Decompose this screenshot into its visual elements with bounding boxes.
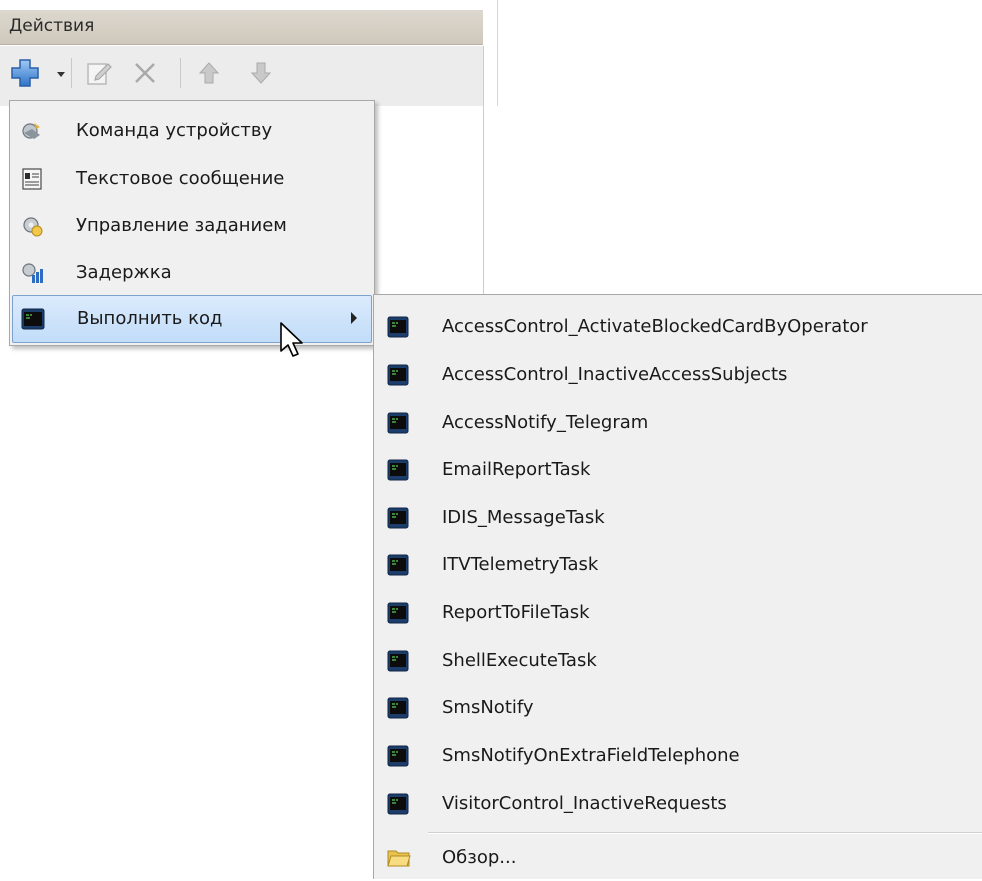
- submenu-item[interactable]: EmailReportTask: [376, 447, 981, 493]
- submenu-item-label: ReportToFileTask: [442, 602, 590, 623]
- menu-item-text-message[interactable]: Текстовое сообщение: [12, 156, 372, 202]
- panel-title: Действия: [9, 16, 95, 36]
- submenu-item-label: AccessControl_ActivateBlockedCardByOpera…: [442, 316, 868, 337]
- dropdown-arrow-icon[interactable]: [52, 56, 70, 90]
- submenu-item[interactable]: ReportToFileTask: [376, 590, 981, 636]
- submenu-item-label: Обзор...: [442, 847, 517, 868]
- text-message-icon: [20, 167, 44, 191]
- edit-icon[interactable]: [82, 56, 116, 90]
- menu-item-label: Управление заданием: [76, 215, 287, 236]
- menu-item-task-control[interactable]: Управление заданием: [12, 203, 372, 249]
- submenu-item[interactable]: AccessNotify_Telegram: [376, 400, 981, 446]
- menu-item-execute-code[interactable]: Выполнить код: [12, 295, 372, 343]
- menu-separator: [428, 832, 982, 834]
- menu-item-label: Команда устройству: [76, 120, 273, 141]
- submenu-item-label: AccessControl_InactiveAccessSubjects: [442, 364, 788, 385]
- add-action-menu: Команда устройству Текстовое сообщение У…: [9, 100, 375, 346]
- menu-item-label: Задержка: [76, 262, 172, 283]
- submenu-item[interactable]: AccessControl_InactiveAccessSubjects: [376, 352, 981, 398]
- move-up-icon[interactable]: [192, 56, 226, 90]
- move-down-icon[interactable]: [244, 56, 278, 90]
- submenu-item[interactable]: IDIS_MessageTask: [376, 495, 981, 541]
- submenu-item[interactable]: VisitorControl_InactiveRequests: [376, 781, 981, 827]
- menu-item-delay[interactable]: Задержка: [12, 250, 372, 296]
- submenu-item-label: SmsNotifyOnExtraFieldTelephone: [442, 745, 740, 766]
- device-command-icon: [20, 119, 44, 143]
- delay-icon: [20, 261, 44, 285]
- actions-toolbar: [0, 46, 484, 106]
- console-icon: [387, 412, 409, 434]
- submenu-item[interactable]: SmsNotifyOnExtraFieldTelephone: [376, 733, 981, 779]
- submenu-item-label: VisitorControl_InactiveRequests: [442, 793, 727, 814]
- submenu-item-label: EmailReportTask: [442, 459, 591, 480]
- task-control-icon: [20, 214, 44, 238]
- actions-panel: Действия: [0, 0, 498, 344]
- submenu-item-label: ITVTelemetryTask: [442, 554, 599, 575]
- delete-icon[interactable]: [128, 56, 162, 90]
- menu-item-label: Выполнить код: [77, 308, 223, 329]
- submenu-item-label: AccessNotify_Telegram: [442, 412, 649, 433]
- submenu-item-label: ShellExecuteTask: [442, 650, 597, 671]
- console-icon: [387, 793, 409, 815]
- console-icon: [387, 316, 409, 338]
- menu-item-label: Текстовое сообщение: [76, 168, 285, 189]
- submenu-item[interactable]: ShellExecuteTask: [376, 638, 981, 684]
- submenu-item[interactable]: SmsNotify: [376, 685, 981, 731]
- folder-icon: [387, 847, 411, 869]
- console-icon: [387, 459, 409, 481]
- mouse-cursor-icon: [279, 321, 309, 361]
- console-icon: [387, 745, 409, 767]
- submenu-item[interactable]: AccessControl_ActivateBlockedCardByOpera…: [376, 304, 981, 350]
- panel-header: Действия: [0, 10, 483, 45]
- console-icon: [387, 364, 409, 386]
- submenu-item-label: SmsNotify: [442, 697, 534, 718]
- console-icon: [387, 602, 409, 624]
- submenu-item-label: IDIS_MessageTask: [442, 507, 605, 528]
- submenu-item[interactable]: ITVTelemetryTask: [376, 542, 981, 588]
- submenu-item-browse[interactable]: Обзор...: [376, 835, 981, 881]
- console-icon: [21, 307, 45, 331]
- add-icon[interactable]: [8, 56, 42, 90]
- submenu-arrow-icon: [351, 312, 357, 324]
- console-icon: [387, 697, 409, 719]
- console-icon: [387, 650, 409, 672]
- execute-code-submenu: AccessControl_ActivateBlockedCardByOpera…: [373, 294, 982, 879]
- console-icon: [387, 507, 409, 529]
- console-icon: [387, 554, 409, 576]
- menu-item-device-command[interactable]: Команда устройству: [12, 108, 372, 154]
